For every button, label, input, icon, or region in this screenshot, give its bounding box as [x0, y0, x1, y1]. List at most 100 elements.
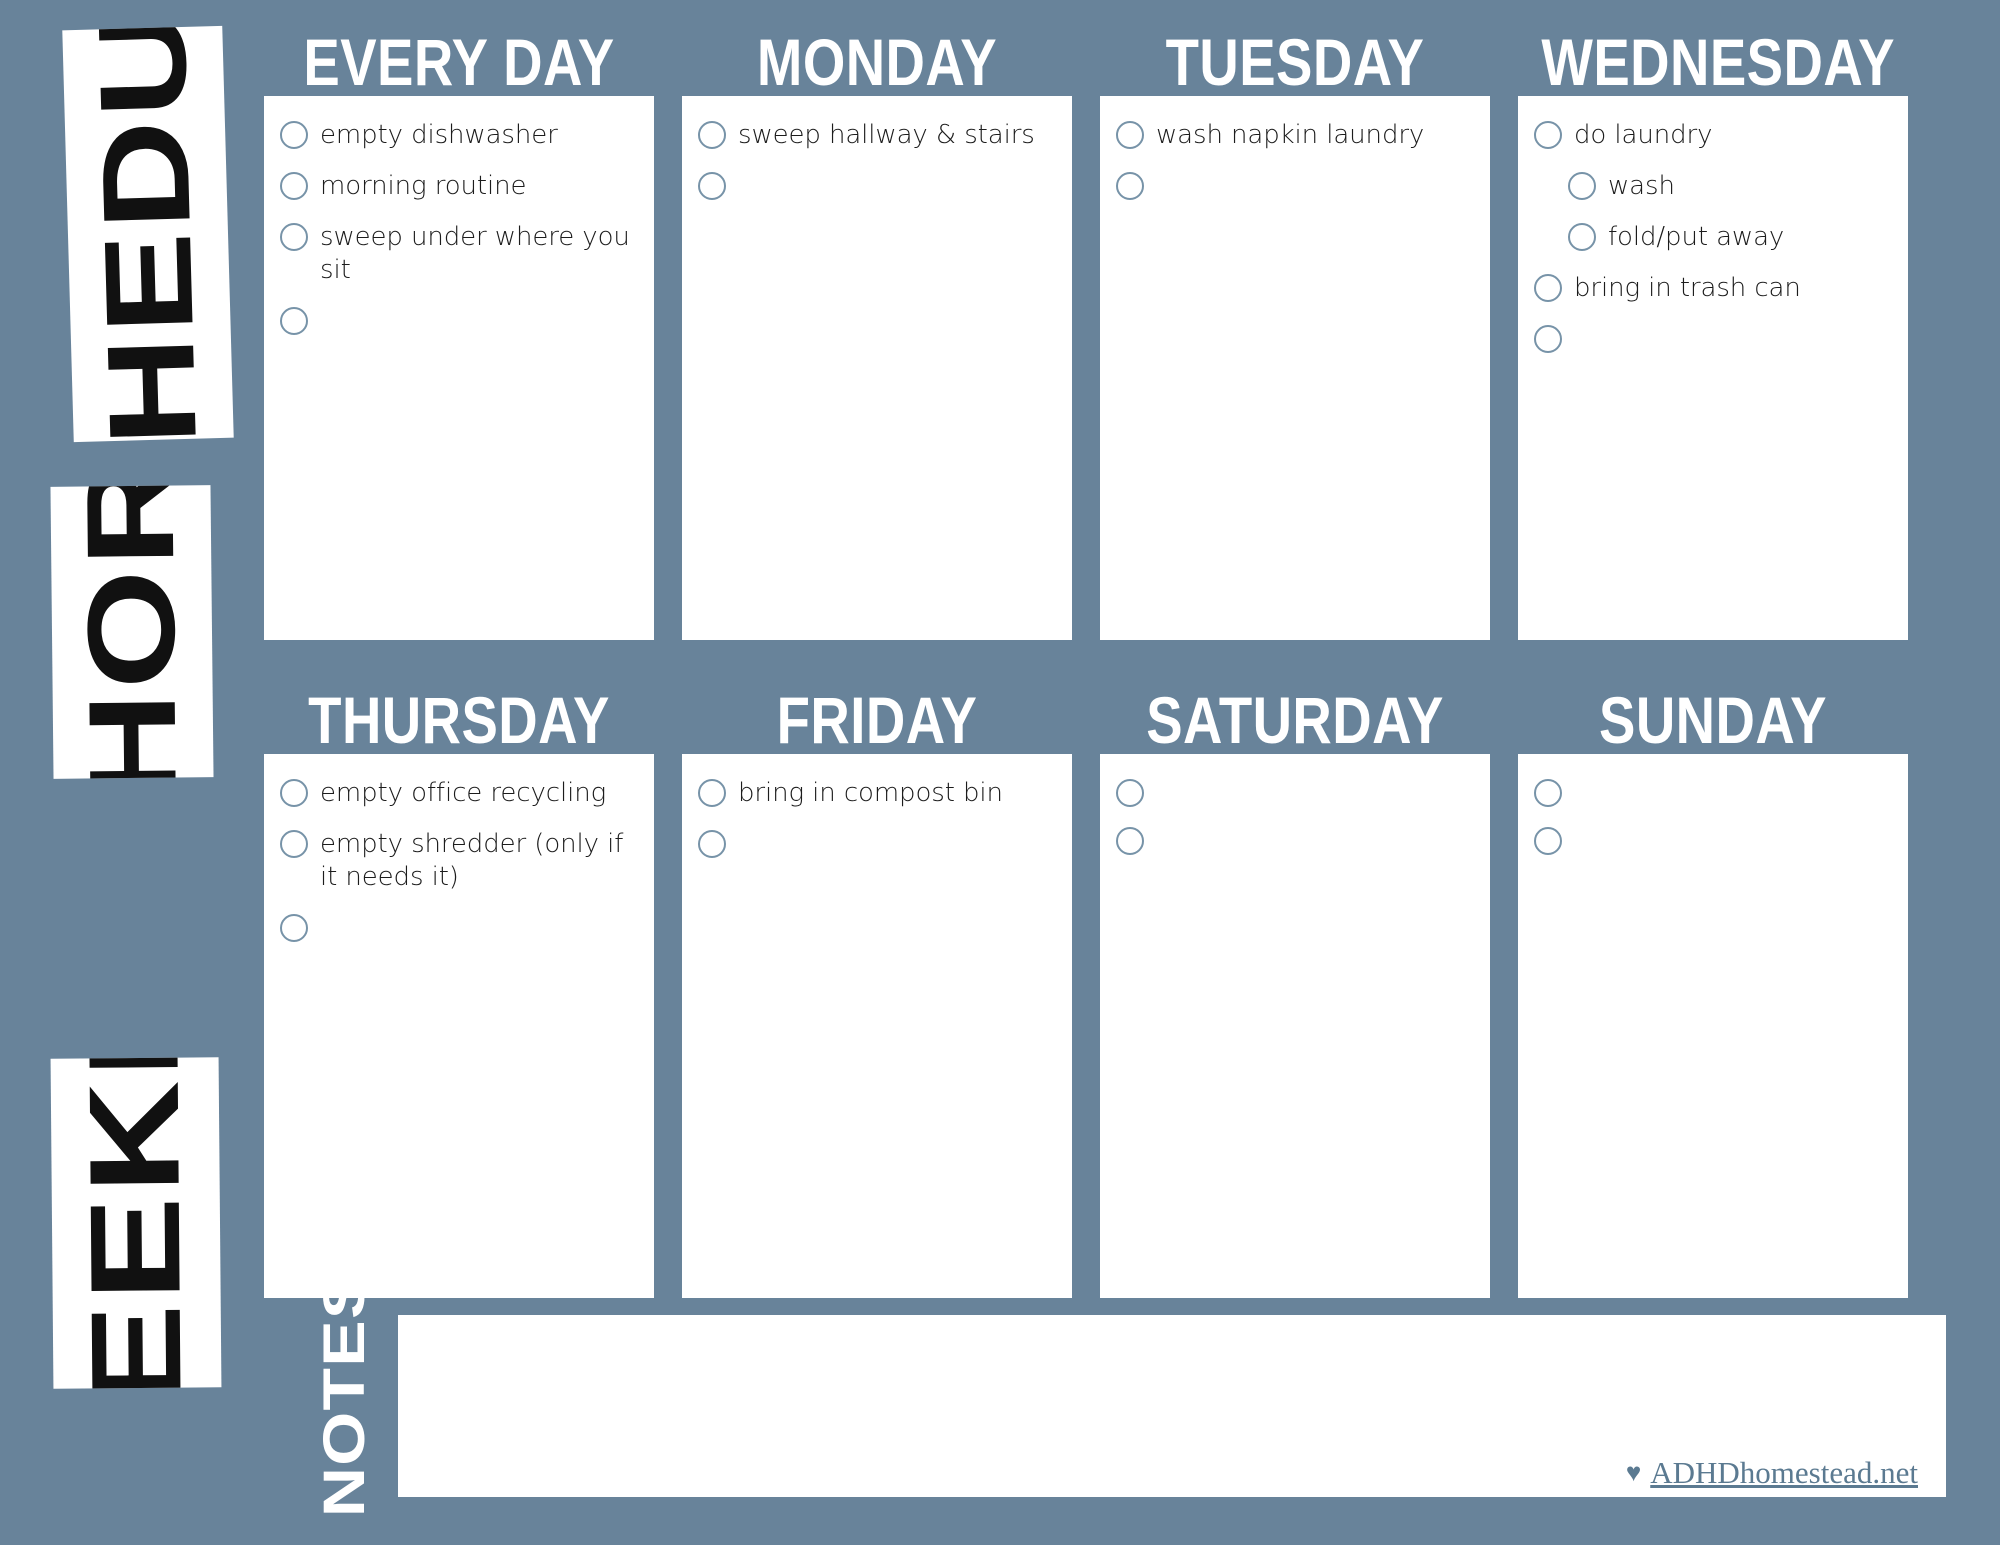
day-title: MONDAY: [756, 26, 998, 100]
checklist-item-label: morning routine: [320, 171, 527, 201]
checklist: wash napkin laundry: [1116, 118, 1474, 200]
checklist-item[interactable]: [280, 911, 638, 942]
checklist-item[interactable]: [1116, 776, 1474, 807]
checkbox-icon[interactable]: [280, 830, 308, 858]
heart-icon: ♥: [1625, 1458, 1642, 1487]
checklist: empty office recycling empty shredder (on…: [280, 776, 638, 942]
checklist-item[interactable]: do laundry: [1534, 118, 1892, 152]
day-card: [1518, 754, 1908, 1298]
checklist-item-label: bring in compost bin: [738, 778, 1003, 808]
checkbox-icon[interactable]: [1568, 172, 1596, 200]
day-card: wash napkin laundry: [1100, 96, 1490, 640]
checklist-item[interactable]: morning routine: [280, 169, 638, 203]
checkbox-icon[interactable]: [1534, 827, 1562, 855]
checklist-item[interactable]: empty office recycling: [280, 776, 638, 810]
day-card: empty dishwasher morning routine sweep und…: [264, 96, 654, 640]
checkbox-icon[interactable]: [698, 830, 726, 858]
checkbox-icon[interactable]: [1534, 274, 1562, 302]
checklist-item[interactable]: wash: [1534, 169, 1892, 203]
checkbox-icon[interactable]: [280, 914, 308, 942]
banner-weekly: WEEKLY: [50, 1057, 222, 1389]
checklist-item[interactable]: wash napkin laundry: [1116, 118, 1474, 152]
checklist-item-label: empty shredder (only if it needs it): [320, 829, 624, 892]
checklist-item[interactable]: sweep hallway & stairs: [698, 118, 1056, 152]
checkbox-icon[interactable]: [280, 307, 308, 335]
checklist-item-label: wash: [1608, 171, 1675, 201]
checklist-item[interactable]: fold/put away: [1534, 220, 1892, 254]
checklist: bring in compost bin: [698, 776, 1056, 858]
checklist-item[interactable]: [1534, 824, 1892, 855]
day-title: THURSDAY: [308, 684, 610, 758]
checkbox-icon[interactable]: [280, 172, 308, 200]
checkbox-icon[interactable]: [698, 779, 726, 807]
day-card: sweep hallway & stairs: [682, 96, 1072, 640]
day-grid: EVERY DAY empty dishwasher morning routine…: [264, 26, 1960, 1298]
day-title: FRIDAY: [776, 684, 978, 758]
day-column: TUESDAY wash napkin laundry: [1100, 26, 1490, 640]
checklist-item-label: empty office recycling: [320, 778, 607, 808]
checkbox-icon[interactable]: [1116, 827, 1144, 855]
notes-section: ♥ ADHDhomestead.net NOTES: [264, 1272, 1946, 1517]
checklist-item[interactable]: empty dishwasher: [280, 118, 638, 152]
banner-schedule-label: SCHEDULE: [67, 26, 229, 442]
checklist-item[interactable]: [1116, 169, 1474, 200]
checkbox-icon[interactable]: [1534, 325, 1562, 353]
checklist-item[interactable]: empty shredder (only if it needs it): [280, 827, 638, 894]
day-card: bring in compost bin: [682, 754, 1072, 1298]
checkbox-icon[interactable]: [698, 172, 726, 200]
checklist-item[interactable]: [1534, 322, 1892, 353]
day-row-bottom: THURSDAY empty office recycling empty shre…: [264, 684, 1960, 1298]
checklist-item-label: bring in trash can: [1574, 273, 1801, 303]
day-title: WEDNESDAY: [1541, 26, 1896, 100]
day-column: EVERY DAY empty dishwasher morning routine…: [264, 26, 654, 640]
banner-schedule: SCHEDULE: [62, 25, 234, 443]
notes-input[interactable]: ♥ ADHDhomestead.net: [398, 1315, 1946, 1497]
day-row-top: EVERY DAY empty dishwasher morning routine…: [264, 26, 1960, 640]
day-column: SATURDAY: [1100, 687, 1490, 1298]
checklist: do laundry wash fold/put away bring in tras…: [1534, 118, 1892, 353]
day-column: FRIDAY bring in compost bin: [682, 684, 1072, 1298]
checkbox-icon[interactable]: [280, 121, 308, 149]
checklist-item[interactable]: [698, 827, 1056, 858]
site-credit-label[interactable]: ADHDhomestead.net: [1650, 1455, 1918, 1491]
day-column: THURSDAY empty office recycling empty shre…: [264, 684, 654, 1298]
day-card: do laundry wash fold/put away bring in tras…: [1518, 96, 1908, 640]
day-title: SUNDAY: [1598, 684, 1828, 758]
checkbox-icon[interactable]: [1116, 121, 1144, 149]
checklist-item-label: do laundry: [1574, 120, 1713, 150]
checklist-item[interactable]: [1534, 776, 1892, 807]
checkbox-icon[interactable]: [280, 779, 308, 807]
checkbox-icon[interactable]: [1534, 779, 1562, 807]
checklist: [1534, 776, 1892, 855]
day-column: MONDAY sweep hallway & stairs: [682, 26, 1072, 640]
checkbox-icon[interactable]: [698, 121, 726, 149]
site-credit[interactable]: ♥ ADHDhomestead.net: [1626, 1455, 1918, 1491]
checklist-item-label: empty dishwasher: [320, 120, 558, 150]
checklist: sweep hallway & stairs: [698, 118, 1056, 200]
day-title: TUESDAY: [1165, 26, 1425, 100]
checkbox-icon[interactable]: [280, 223, 308, 251]
day-card: [1100, 754, 1490, 1298]
checklist: [1116, 776, 1474, 855]
checklist-item[interactable]: bring in compost bin: [698, 776, 1056, 810]
checkbox-icon[interactable]: [1568, 223, 1596, 251]
checklist-item[interactable]: [698, 169, 1056, 200]
banner-chore: CHORE: [50, 485, 214, 779]
checklist-item[interactable]: bring in trash can: [1534, 271, 1892, 305]
checklist-item[interactable]: sweep under where you sit: [280, 220, 638, 287]
checkbox-icon[interactable]: [1534, 121, 1562, 149]
notes-label-text: NOTES: [312, 1271, 377, 1518]
day-title: EVERY DAY: [303, 26, 615, 100]
checklist-item[interactable]: [1116, 824, 1474, 855]
checklist: empty dishwasher morning routine sweep und…: [280, 118, 638, 335]
day-column: SUNDAY: [1518, 684, 1908, 1298]
day-column: WEDNESDAY do laundry wash fold/put away brin…: [1518, 26, 1908, 640]
checklist-item-label: sweep hallway & stairs: [738, 120, 1035, 150]
day-card: empty office recycling empty shredder (on…: [264, 754, 654, 1298]
banner-chore-label: CHORE: [60, 485, 204, 779]
checklist-item-label: fold/put away: [1608, 222, 1785, 252]
checkbox-icon[interactable]: [1116, 779, 1144, 807]
checklist-item[interactable]: [280, 304, 638, 335]
checklist-item-label: wash napkin laundry: [1156, 120, 1425, 150]
checkbox-icon[interactable]: [1116, 172, 1144, 200]
